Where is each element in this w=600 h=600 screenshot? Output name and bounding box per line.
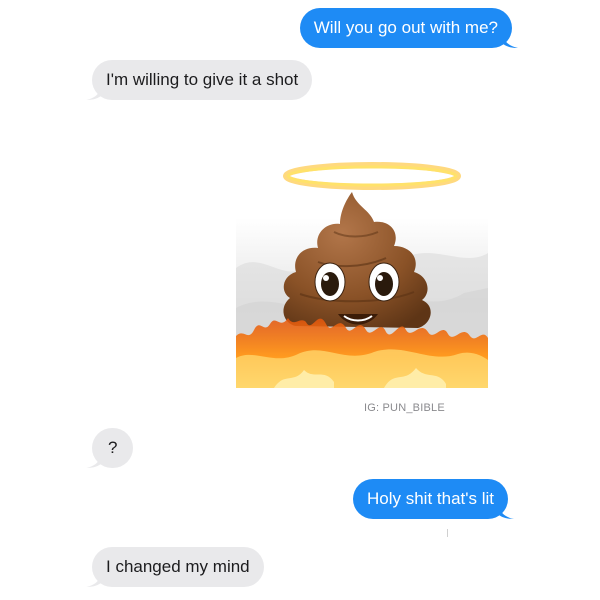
poop-emoji-with-halo-and-flames-icon bbox=[236, 162, 488, 388]
divider bbox=[447, 529, 448, 537]
message-text: Holy shit that's lit bbox=[366, 489, 494, 508]
bubble-tail-icon bbox=[498, 501, 514, 519]
bubble-tail-icon bbox=[86, 450, 102, 468]
image-watermark: IG: PUN_BIBLE bbox=[364, 402, 445, 414]
message-text: I changed my mind bbox=[106, 557, 250, 576]
bubble-tail-icon bbox=[86, 82, 102, 100]
message-bubble-received[interactable]: I'm willing to give it a shot bbox=[86, 60, 313, 100]
bubble-tail-icon bbox=[86, 569, 102, 587]
bubble-tail-icon bbox=[502, 30, 518, 48]
message-text: I'm willing to give it a shot bbox=[106, 70, 299, 89]
message-text: ? bbox=[108, 438, 118, 457]
message-bubble-sent[interactable]: Will you go out with me? bbox=[299, 8, 518, 48]
image-message[interactable] bbox=[234, 158, 490, 390]
message-bubble-received[interactable]: ? bbox=[86, 428, 134, 468]
message-text: Will you go out with me? bbox=[313, 18, 498, 37]
message-bubble-sent[interactable]: Holy shit that's lit bbox=[352, 479, 514, 519]
message-bubble-received[interactable]: I changed my mind bbox=[86, 547, 264, 587]
